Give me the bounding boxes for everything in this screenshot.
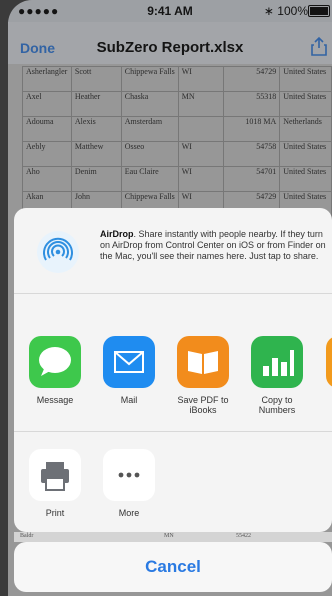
airdrop-icon	[37, 231, 79, 273]
more-icon	[103, 449, 155, 501]
spreadsheet-partial-row: Baldr MN 55422	[14, 532, 332, 542]
message-app[interactable]: Message	[23, 336, 87, 405]
mail-icon	[103, 336, 155, 388]
share-sheet: AirDrop. Share instantly with people nea…	[14, 208, 332, 532]
numbers-app[interactable]: Copy to Numbers	[245, 336, 309, 415]
app-label: Message	[36, 395, 74, 405]
ibooks-app[interactable]: Save PDF to iBooks	[171, 336, 235, 415]
app-icon	[326, 336, 332, 388]
airdrop-body: . Share instantly with people nearby. If…	[100, 229, 326, 261]
app-label: Save PDF to iBooks	[177, 395, 229, 415]
mail-app[interactable]: Mail	[97, 336, 161, 405]
app-label: Mail	[120, 395, 138, 405]
message-icon	[29, 336, 81, 388]
more-action[interactable]: More	[97, 449, 161, 518]
app-label: Copy to Numbers	[258, 395, 296, 415]
print-action[interactable]: Print	[23, 449, 87, 518]
partial-cell: MN	[164, 533, 174, 539]
partial-cell: 55422	[236, 533, 251, 539]
action-label: Print	[45, 508, 65, 518]
ibooks-icon	[177, 336, 229, 388]
airdrop-section: AirDrop. Share instantly with people nea…	[14, 208, 332, 294]
next-app-partial[interactable]	[320, 336, 332, 388]
app-row: Message Mail Save PDF to iBooks Copy to …	[14, 293, 332, 432]
partial-cell: Baldr	[20, 533, 34, 539]
airdrop-title: AirDrop	[100, 229, 134, 239]
cancel-button[interactable]: Cancel	[14, 542, 332, 592]
airdrop-description: AirDrop. Share instantly with people nea…	[100, 229, 328, 262]
numbers-icon	[251, 336, 303, 388]
print-icon	[29, 449, 81, 501]
action-row: Print More	[14, 431, 332, 532]
action-label: More	[118, 508, 140, 518]
